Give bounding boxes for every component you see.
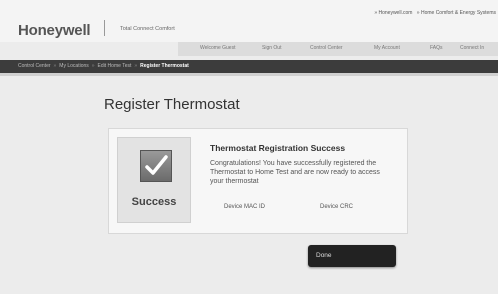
success-panel: Success [117,137,191,223]
nav-control-center[interactable]: Control Center [310,45,343,51]
page: Honeywell Total Connect Comfort » Honeyw… [0,0,498,294]
honeywell-com-link[interactable]: » Honeywell.com [374,10,412,16]
nav-sign-out[interactable]: Sign Out [262,45,281,51]
breadcrumb-current: Register Thermostat [140,63,189,69]
breadcrumb-separator: » [134,63,138,69]
breadcrumb-separator: » [53,63,57,69]
check-icon [140,150,172,182]
breadcrumb: Control Center» My Locations» Edit Home Te… [18,63,189,69]
registration-success-card: Success Thermostat Registration Success … [108,128,408,234]
success-label: Success [131,196,177,208]
nav-connect-in[interactable]: Connect In [460,45,484,51]
nav-faqs[interactable]: FAQs [430,45,443,51]
honeywell-logo[interactable]: Honeywell [18,22,91,39]
nav-my-account[interactable]: My Account [374,45,400,51]
top-links: » Honeywell.com » Home Comfort & Energy … [371,10,496,16]
card-title: Thermostat Registration Success [210,143,346,153]
breadcrumb-control-center[interactable]: Control Center [18,63,51,69]
breadcrumb-edit-home[interactable]: Edit Home Test [98,63,132,69]
device-crc-label: Device CRC [320,204,354,210]
breadcrumb-shadow [0,73,498,76]
check-icon-glyph [145,155,168,175]
breadcrumb-my-locations[interactable]: My Locations [59,63,88,69]
logo-divider [104,20,105,36]
nav-welcome-guest: Welcome Guest [200,45,236,51]
breadcrumb-bar: Control Center» My Locations» Edit Home Te… [0,60,498,73]
card-message: Congratulations! You have successfully r… [210,160,380,185]
top-header: Honeywell Total Connect Comfort » Honeyw… [0,0,498,42]
done-button[interactable]: Done [308,245,396,267]
breadcrumb-separator: » [91,63,95,69]
page-title: Register Thermostat [104,96,240,113]
primary-nav: Welcome Guest Sign Out Control Center My… [178,42,498,56]
device-mac-label: Device MAC ID [224,204,266,210]
tagline: Total Connect Comfort [120,26,175,32]
done-button-label: Done [316,252,332,259]
home-comfort-link[interactable]: » Home Comfort & Energy Systems [417,10,496,16]
